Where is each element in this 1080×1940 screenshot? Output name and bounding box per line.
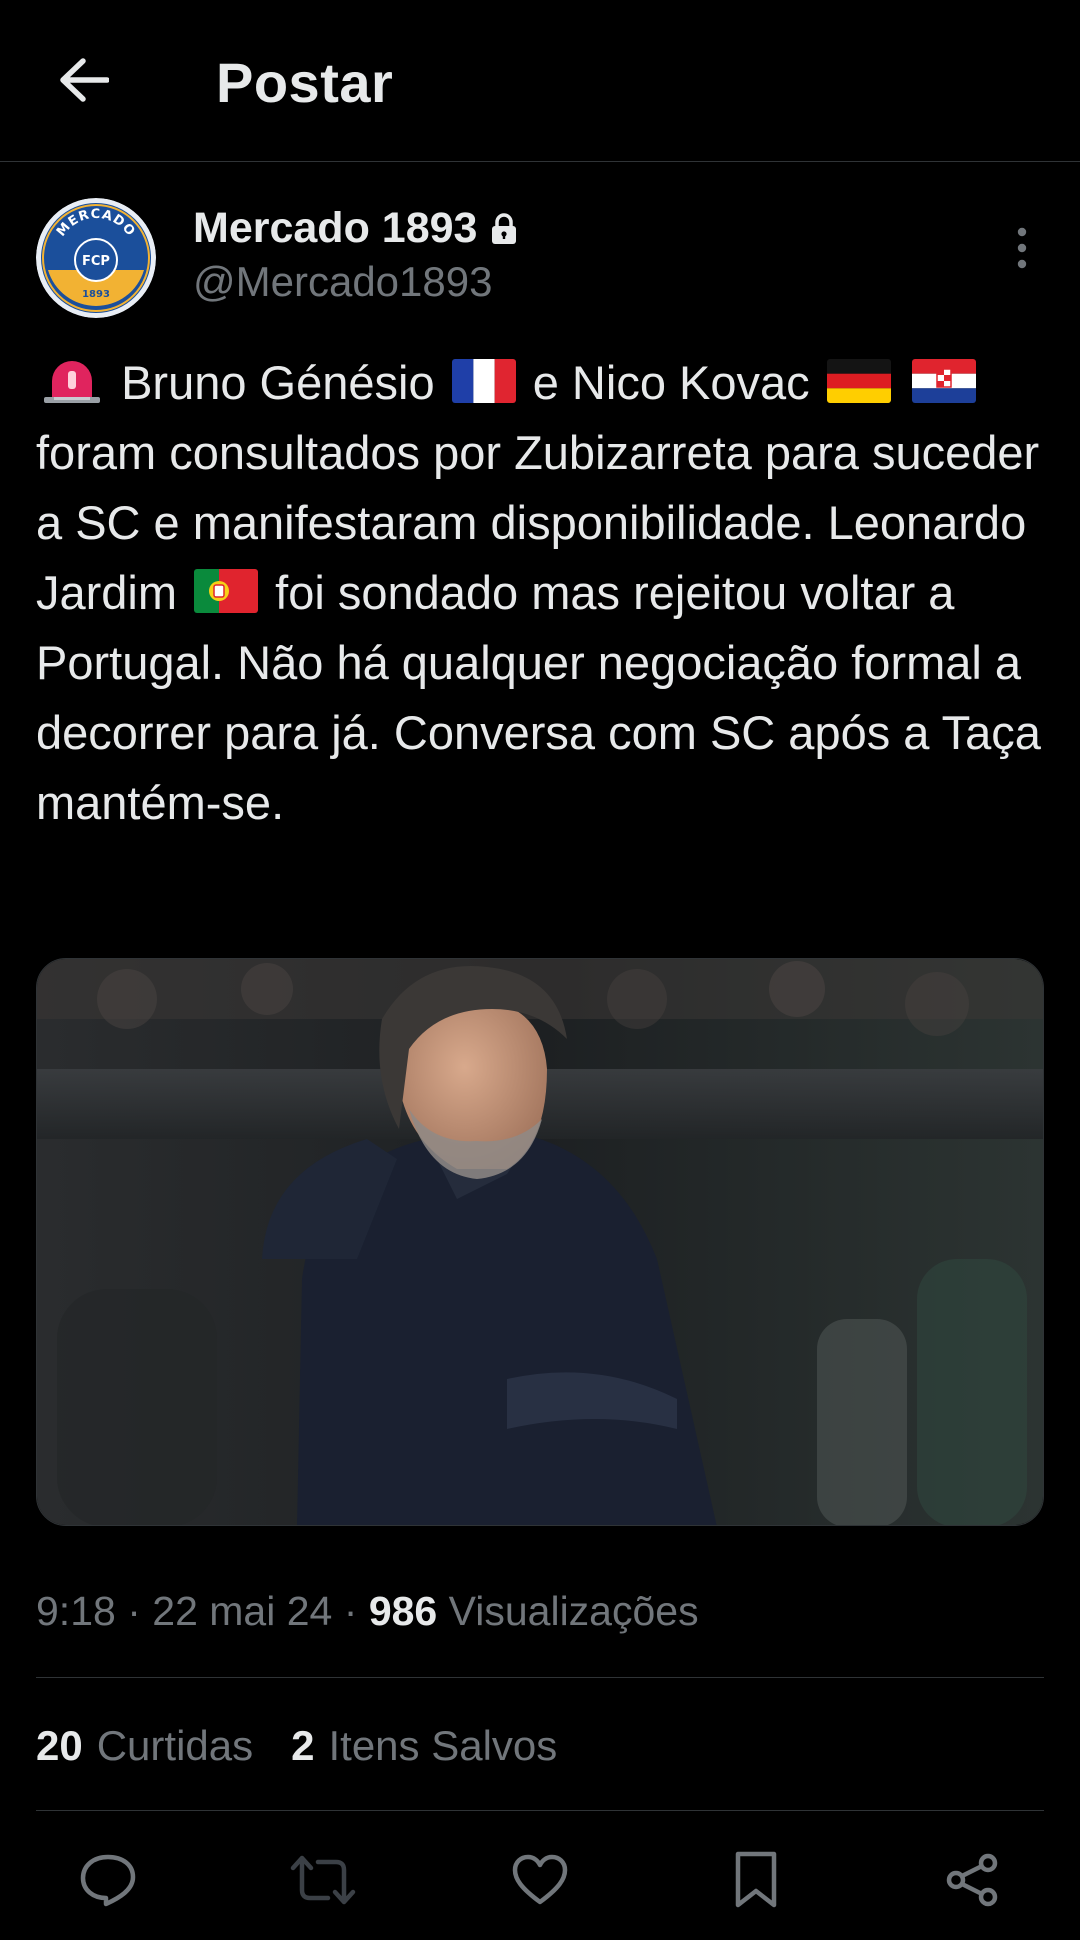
reply-icon xyxy=(80,1854,136,1907)
tweet-meta: 9:18 · 22 mai 24 · 986 Visualizações xyxy=(36,1588,699,1635)
page-title: Postar xyxy=(216,51,394,114)
photo-coach-image xyxy=(37,959,1043,1525)
tweet-photo[interactable] xyxy=(36,958,1044,1526)
arrow-left-icon xyxy=(60,58,109,102)
divider xyxy=(36,1810,1044,1811)
reply-button[interactable] xyxy=(68,1840,148,1920)
tweet-stats: 20 Curtidas 2 Itens Salvos xyxy=(36,1722,557,1770)
display-name: Mercado 1893 xyxy=(193,204,478,252)
avatar[interactable]: MERCADO FCP 1893 xyxy=(36,198,156,318)
lock-icon xyxy=(492,212,517,244)
share-button[interactable] xyxy=(932,1840,1012,1920)
tweet-date: 22 mai 24 xyxy=(152,1588,333,1634)
flag-portugal-icon xyxy=(194,569,259,613)
svg-text:1893: 1893 xyxy=(82,289,110,300)
tweet-text-part-1: Bruno Génésio xyxy=(121,356,435,409)
views-label: Visualizações xyxy=(448,1588,699,1634)
bookmarks-count: 2 xyxy=(291,1722,315,1769)
more-options-button[interactable] xyxy=(998,218,1046,278)
bookmarks-label: Itens Salvos xyxy=(328,1722,558,1769)
back-button[interactable] xyxy=(52,48,116,112)
bookmark-icon xyxy=(735,1851,777,1908)
mercado-logo-icon: MERCADO FCP 1893 xyxy=(36,198,156,318)
bookmarks-stat[interactable]: 2 Itens Salvos xyxy=(291,1722,557,1770)
likes-label: Curtidas xyxy=(96,1722,254,1769)
tweet-time: 9:18 xyxy=(36,1588,116,1634)
retweet-button[interactable] xyxy=(283,1840,363,1920)
display-name-row[interactable]: Mercado 1893 xyxy=(193,204,517,253)
handle[interactable]: @Mercado1893 xyxy=(193,258,492,306)
siren-icon xyxy=(40,359,104,403)
meta-separator: · xyxy=(127,1588,141,1634)
like-button[interactable] xyxy=(500,1840,580,1920)
flag-croatia-icon xyxy=(911,359,976,403)
flag-france-icon xyxy=(451,359,516,403)
bookmark-button[interactable] xyxy=(716,1840,796,1920)
tweet-text: Bruno Génésio e Nico Kovac foram consult… xyxy=(36,348,1046,838)
like-icon xyxy=(512,1854,568,1905)
top-bar: Postar xyxy=(0,0,1080,162)
tweet-author: MERCADO FCP 1893 Mercado 1893 @Mercado18… xyxy=(36,198,1046,322)
retweet-icon xyxy=(290,1855,356,1905)
action-bar xyxy=(0,1840,1080,1920)
share-icon xyxy=(946,1853,998,1907)
tweet-text-part-2: e Nico Kovac xyxy=(532,356,810,409)
divider xyxy=(36,1677,1044,1678)
svg-text:FCP: FCP xyxy=(82,254,110,269)
meta-separator: · xyxy=(343,1588,358,1634)
views-count: 986 xyxy=(368,1588,438,1634)
tweet-text-part-4: foi sondado mas rejeitou voltar a Portug… xyxy=(36,566,1041,829)
likes-stat[interactable]: 20 Curtidas xyxy=(36,1722,253,1770)
likes-count: 20 xyxy=(36,1722,83,1769)
more-vertical-icon xyxy=(1017,227,1027,269)
flag-germany-icon xyxy=(826,359,891,403)
